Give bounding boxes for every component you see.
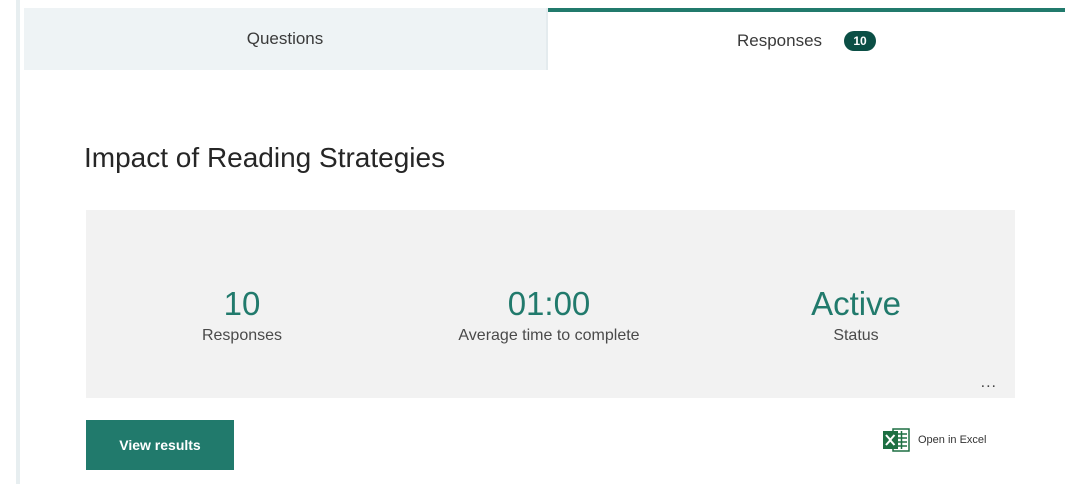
avg-time-value: 01:00 [507,285,591,322]
open-in-excel-link[interactable]: Open in Excel [882,426,986,454]
responses-count-badge: 10 [844,31,877,51]
tab-bar: Questions Responses 10 [24,8,1065,70]
avg-time-label: Average time to complete [458,327,640,344]
excel-icon [883,428,910,452]
status-value: Active [811,285,901,322]
open-in-excel-label: Open in Excel [918,434,987,446]
view-results-button[interactable]: View results [86,420,234,470]
summary-card: 10 Responses 01:00 Average time to compl… [86,210,1015,398]
left-edge-panel [0,0,20,484]
tab-responses-label: Responses [736,31,823,50]
avg-time-stat: 01:00 Average time to complete [419,285,679,345]
form-title: Impact of Reading Strategies [84,142,446,173]
status-label: Status [833,327,879,344]
status-stat: Active Status [726,285,986,345]
tab-responses[interactable]: Responses 10 [548,8,1065,70]
tab-questions-label: Questions [246,29,324,48]
responses-count-label: Responses [201,327,283,344]
responses-count-value: 10 [223,285,261,322]
responses-stat: 10 Responses [112,285,372,345]
more-options-button[interactable]: ... [981,375,997,391]
tab-questions[interactable]: Questions [24,8,548,70]
responses-panel: Impact of Reading Strategies 10 Response… [24,70,1065,484]
